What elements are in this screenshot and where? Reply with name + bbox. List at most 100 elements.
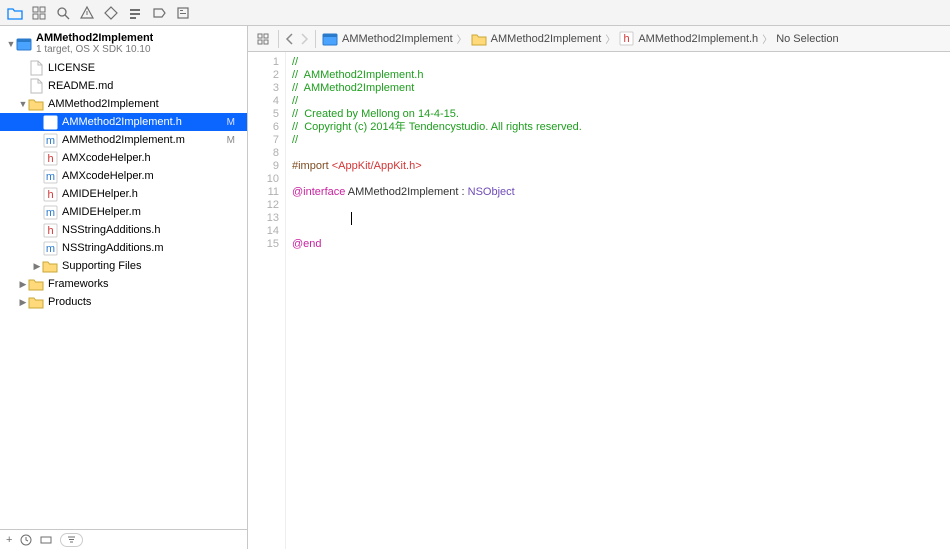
breadcrumb[interactable]: AMMethod2Implement〉AMMethod2Implement〉hA…: [322, 31, 839, 47]
h-icon: h: [42, 186, 58, 202]
report-icon[interactable]: [174, 4, 192, 22]
issue-icon[interactable]: [78, 4, 96, 22]
related-items-icon[interactable]: [254, 30, 272, 48]
line-number: 13: [248, 212, 279, 225]
tree-row[interactable]: ▶Products: [0, 293, 247, 311]
breadcrumb-item[interactable]: AMMethod2Implement: [471, 32, 602, 46]
tree-row[interactable]: LICENSE: [0, 59, 247, 77]
tree-row[interactable]: hAMXcodeHelper.h: [0, 149, 247, 167]
recent-icon[interactable]: [20, 534, 32, 546]
tree-row[interactable]: ▶Supporting Files: [0, 257, 247, 275]
m-icon: m: [42, 168, 58, 184]
tree-item-label: NSStringAdditions.m: [62, 242, 241, 254]
project-name: AMMethod2Implement: [36, 32, 153, 44]
xcodeproj-icon: [16, 36, 32, 52]
folder-icon: [28, 294, 44, 310]
tree-item-label: AMMethod2Implement.h: [62, 116, 227, 128]
code-body[interactable]: //// AMMethod2Implement.h// AMMethod2Imp…: [286, 52, 950, 549]
disclosure-triangle[interactable]: ▶: [18, 279, 28, 290]
tree-row[interactable]: m AMXcodeHelper.m: [0, 167, 247, 185]
symbol-nav-icon[interactable]: [30, 4, 48, 22]
search-icon[interactable]: [54, 4, 72, 22]
line-number: 1: [248, 56, 279, 69]
code-line[interactable]: [292, 199, 950, 212]
add-button[interactable]: +: [6, 534, 12, 546]
tree-row[interactable]: h AMMethod2Implement.hM: [0, 113, 247, 131]
project-tree[interactable]: ▼AMMethod2Implement1 target, OS X SDK 10…: [0, 26, 247, 529]
folder-icon[interactable]: [6, 4, 24, 22]
tree-item-label: NSStringAdditions.h: [62, 224, 241, 236]
code-line[interactable]: [292, 225, 950, 238]
svg-text:h: h: [47, 189, 53, 201]
jump-bar[interactable]: AMMethod2Implement〉AMMethod2Implement〉hA…: [248, 26, 950, 52]
svg-text:h: h: [47, 153, 53, 165]
code-line[interactable]: [292, 173, 950, 186]
code-line[interactable]: // Created by Mellong on 14-4-15.: [292, 108, 950, 121]
code-line[interactable]: // AMMethod2Implement: [292, 82, 950, 95]
line-number: 10: [248, 173, 279, 186]
code-line[interactable]: //: [292, 56, 950, 69]
code-line[interactable]: #import <AppKit/AppKit.h>: [292, 160, 950, 173]
forward-button[interactable]: [300, 33, 309, 45]
disclosure-triangle[interactable]: ▼: [18, 99, 28, 109]
back-button[interactable]: [285, 33, 294, 45]
line-number: 4: [248, 95, 279, 108]
svg-text:h: h: [624, 33, 630, 45]
project-subtitle: 1 target, OS X SDK 10.10: [36, 44, 153, 56]
tree-item-label: AMXcodeHelper.m: [62, 170, 241, 182]
navigator-sidebar: ▼AMMethod2Implement1 target, OS X SDK 10…: [0, 26, 248, 549]
scm-badge: M: [227, 117, 241, 128]
breadcrumb-label: AMMethod2Implement: [342, 33, 453, 45]
tree-row-project[interactable]: ▼ AMMethod2Implement1 target, OS X SDK 10…: [0, 29, 247, 59]
m-icon: m: [42, 240, 58, 256]
tree-row[interactable]: ▼AMMethod2Implement: [0, 95, 247, 113]
breadcrumb-item[interactable]: AMMethod2Implement: [322, 31, 453, 47]
breadcrumb-item[interactable]: No Selection: [776, 33, 838, 45]
folder-icon: [471, 32, 487, 46]
breadcrumb-separator: 〉: [605, 31, 615, 46]
code-line[interactable]: @interface AMMethod2Implement : NSObject: [292, 186, 950, 199]
breadcrumb-item[interactable]: hAMMethod2Implement.h: [619, 31, 758, 46]
editor-area: AMMethod2Implement〉AMMethod2Implement〉hA…: [248, 26, 950, 549]
scm-icon[interactable]: [40, 534, 52, 546]
breakpoint-icon[interactable]: [150, 4, 168, 22]
folder-icon: [28, 276, 44, 292]
filter-button[interactable]: [60, 533, 83, 547]
h-icon: h: [619, 31, 634, 46]
m-icon: m: [42, 132, 58, 148]
code-editor[interactable]: 123456789101112131415 //// AMMethod2Impl…: [248, 52, 950, 549]
tree-row[interactable]: ▶Frameworks: [0, 275, 247, 293]
tree-row[interactable]: m NSStringAdditions.m: [0, 239, 247, 257]
breadcrumb-label: AMMethod2Implement: [491, 33, 602, 45]
test-icon[interactable]: [102, 4, 120, 22]
tree-row[interactable]: h NSStringAdditions.h: [0, 221, 247, 239]
svg-text:m: m: [45, 135, 54, 147]
disclosure-triangle[interactable]: ▶: [18, 297, 28, 308]
line-number: 5: [248, 108, 279, 121]
code-line[interactable]: //: [292, 134, 950, 147]
code-line[interactable]: //: [292, 95, 950, 108]
svg-text:h: h: [47, 117, 53, 129]
tree-row[interactable]: mAMMethod2Implement.mM: [0, 131, 247, 149]
svg-text:h: h: [47, 225, 53, 237]
scm-badge: M: [227, 135, 241, 146]
disclosure-triangle[interactable]: ▶: [32, 261, 42, 272]
line-number: 9: [248, 160, 279, 173]
code-line[interactable]: // AMMethod2Implement.h: [292, 69, 950, 82]
tree-item-label: AMIDEHelper.m: [62, 206, 241, 218]
h-icon: h: [42, 150, 58, 166]
tree-row[interactable]: README.md: [0, 77, 247, 95]
line-number: 8: [248, 147, 279, 160]
separator: [315, 30, 316, 48]
tree-row[interactable]: mAMIDEHelper.m: [0, 203, 247, 221]
code-line[interactable]: @end: [292, 238, 950, 251]
tree-row[interactable]: hAMIDEHelper.h: [0, 185, 247, 203]
code-line[interactable]: [292, 212, 950, 225]
disclosure-triangle[interactable]: ▼: [6, 39, 16, 49]
debug-icon[interactable]: [126, 4, 144, 22]
folder-icon: [42, 258, 58, 274]
separator: [278, 30, 279, 48]
code-line[interactable]: // Copyright (c) 2014年 Tendencystudio. A…: [292, 121, 950, 134]
xcodeproj-icon: [322, 31, 338, 47]
code-line[interactable]: [292, 147, 950, 160]
